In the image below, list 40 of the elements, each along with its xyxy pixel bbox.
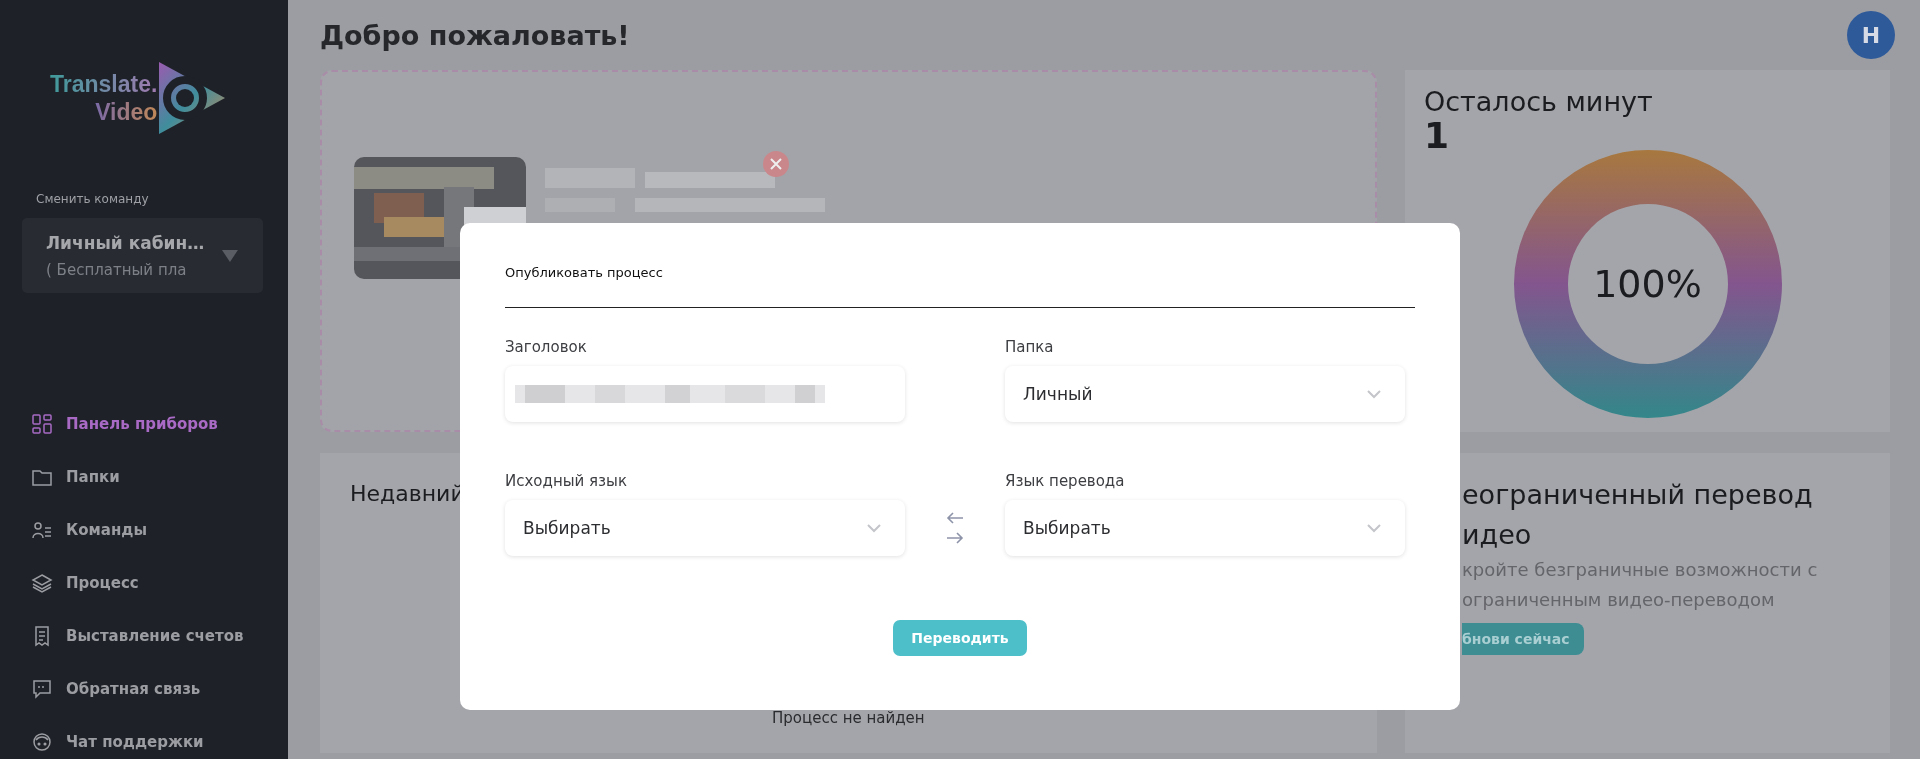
field-label: Исходный язык: [505, 472, 628, 490]
nav-item[interactable]: Команды: [31, 517, 147, 543]
minutes-label: Осталось минут: [1424, 86, 1654, 118]
avatar[interactable]: H: [1847, 11, 1895, 59]
nav-item[interactable]: Чат поддержки: [31, 729, 204, 755]
team-plan: ( Бесплатный пла: [46, 260, 188, 279]
close-icon[interactable]: [762, 150, 790, 178]
nav-item[interactable]: Панель приборов: [31, 411, 218, 437]
chevron-down-icon: [1367, 389, 1381, 399]
dropdown[interactable]: Выбирать: [1005, 500, 1405, 556]
dashboard-icon: [31, 413, 53, 435]
field-label: Заголовок: [505, 338, 588, 356]
empty-message: Процесс не найден: [772, 709, 925, 727]
nav-item[interactable]: Процесс: [31, 570, 139, 596]
chevron-down-icon: [1367, 523, 1381, 533]
team-label: Сменить команду: [36, 192, 150, 206]
nav-item[interactable]: Папки: [31, 464, 120, 490]
support-icon: [31, 731, 53, 753]
swap-arrows-icon[interactable]: [945, 512, 965, 544]
promo-text: кройте безграничные возможности с: [1462, 558, 1819, 582]
minutes-value: 1: [1424, 118, 1451, 154]
nav-item[interactable]: Обратная связь: [31, 676, 201, 702]
team-name: Личный кабин…: [46, 232, 206, 253]
dialog-title: Опубликовать процесс: [505, 265, 664, 280]
page-title: Добро пожаловать!: [320, 19, 630, 51]
dropdown[interactable]: Личный: [1005, 366, 1405, 422]
promo-heading: идео: [1462, 518, 1533, 552]
promo-text: ограниченным видео-переводом: [1462, 588, 1776, 612]
percent-label: 100%: [1593, 262, 1702, 306]
promo-heading: еограниченный перевод: [1462, 478, 1814, 512]
dropdown[interactable]: Выбирать: [505, 500, 905, 556]
nav-item[interactable]: Выставление счетов: [31, 623, 244, 649]
field-label: Папка: [1005, 338, 1055, 356]
caret-icon: [221, 248, 239, 263]
team-switcher[interactable]: Личный кабин… ( Бесплатный пла: [22, 218, 263, 293]
chevron-down-icon: [867, 523, 881, 533]
people-icon: [31, 519, 53, 541]
chat-icon: [31, 678, 53, 700]
layers-icon: [31, 572, 53, 594]
field-label: Язык перевода: [1005, 472, 1126, 490]
